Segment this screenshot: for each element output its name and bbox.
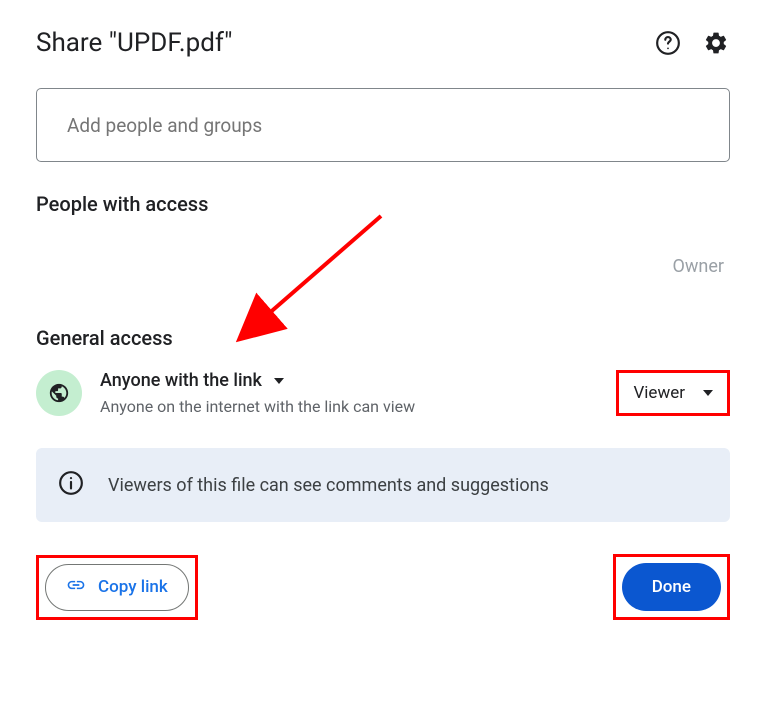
done-highlight: Done [613, 554, 730, 620]
role-label: Viewer [633, 383, 685, 403]
access-left: Anyone with the link Anyone on the inter… [36, 370, 415, 416]
copy-link-label: Copy link [98, 577, 168, 597]
owner-row: Owner [36, 236, 730, 296]
header-icons [654, 29, 730, 57]
access-scope-desc: Anyone on the internet with the link can… [100, 397, 415, 416]
general-access-section: General access Anyone with the link Anyo… [36, 326, 730, 416]
access-row: Anyone with the link Anyone on the inter… [36, 370, 730, 416]
help-icon[interactable] [654, 29, 682, 57]
copy-link-highlight: Copy link [36, 555, 198, 620]
dialog-header: Share "UPDF.pdf" [36, 28, 730, 58]
info-banner: Viewers of this file can see comments an… [36, 448, 730, 522]
settings-icon[interactable] [702, 29, 730, 57]
dialog-title: Share "UPDF.pdf" [36, 28, 232, 58]
copy-link-button[interactable]: Copy link [45, 564, 189, 611]
add-people-input[interactable] [36, 88, 730, 162]
owner-role-label: Owner [673, 256, 725, 277]
role-dropdown[interactable]: Viewer [616, 370, 730, 416]
info-text: Viewers of this file can see comments an… [108, 475, 549, 496]
general-access-heading: General access [36, 326, 730, 350]
globe-icon [36, 370, 82, 416]
link-icon [66, 575, 86, 600]
access-scope-dropdown[interactable]: Anyone with the link [100, 370, 415, 391]
people-access-heading: People with access [36, 192, 730, 216]
done-button[interactable]: Done [622, 563, 721, 611]
access-scope-label: Anyone with the link [100, 370, 262, 391]
access-text: Anyone with the link Anyone on the inter… [100, 370, 415, 416]
chevron-down-icon [274, 378, 284, 384]
dialog-footer: Copy link Done [36, 554, 730, 620]
chevron-down-icon [703, 390, 713, 396]
info-icon [58, 470, 84, 500]
